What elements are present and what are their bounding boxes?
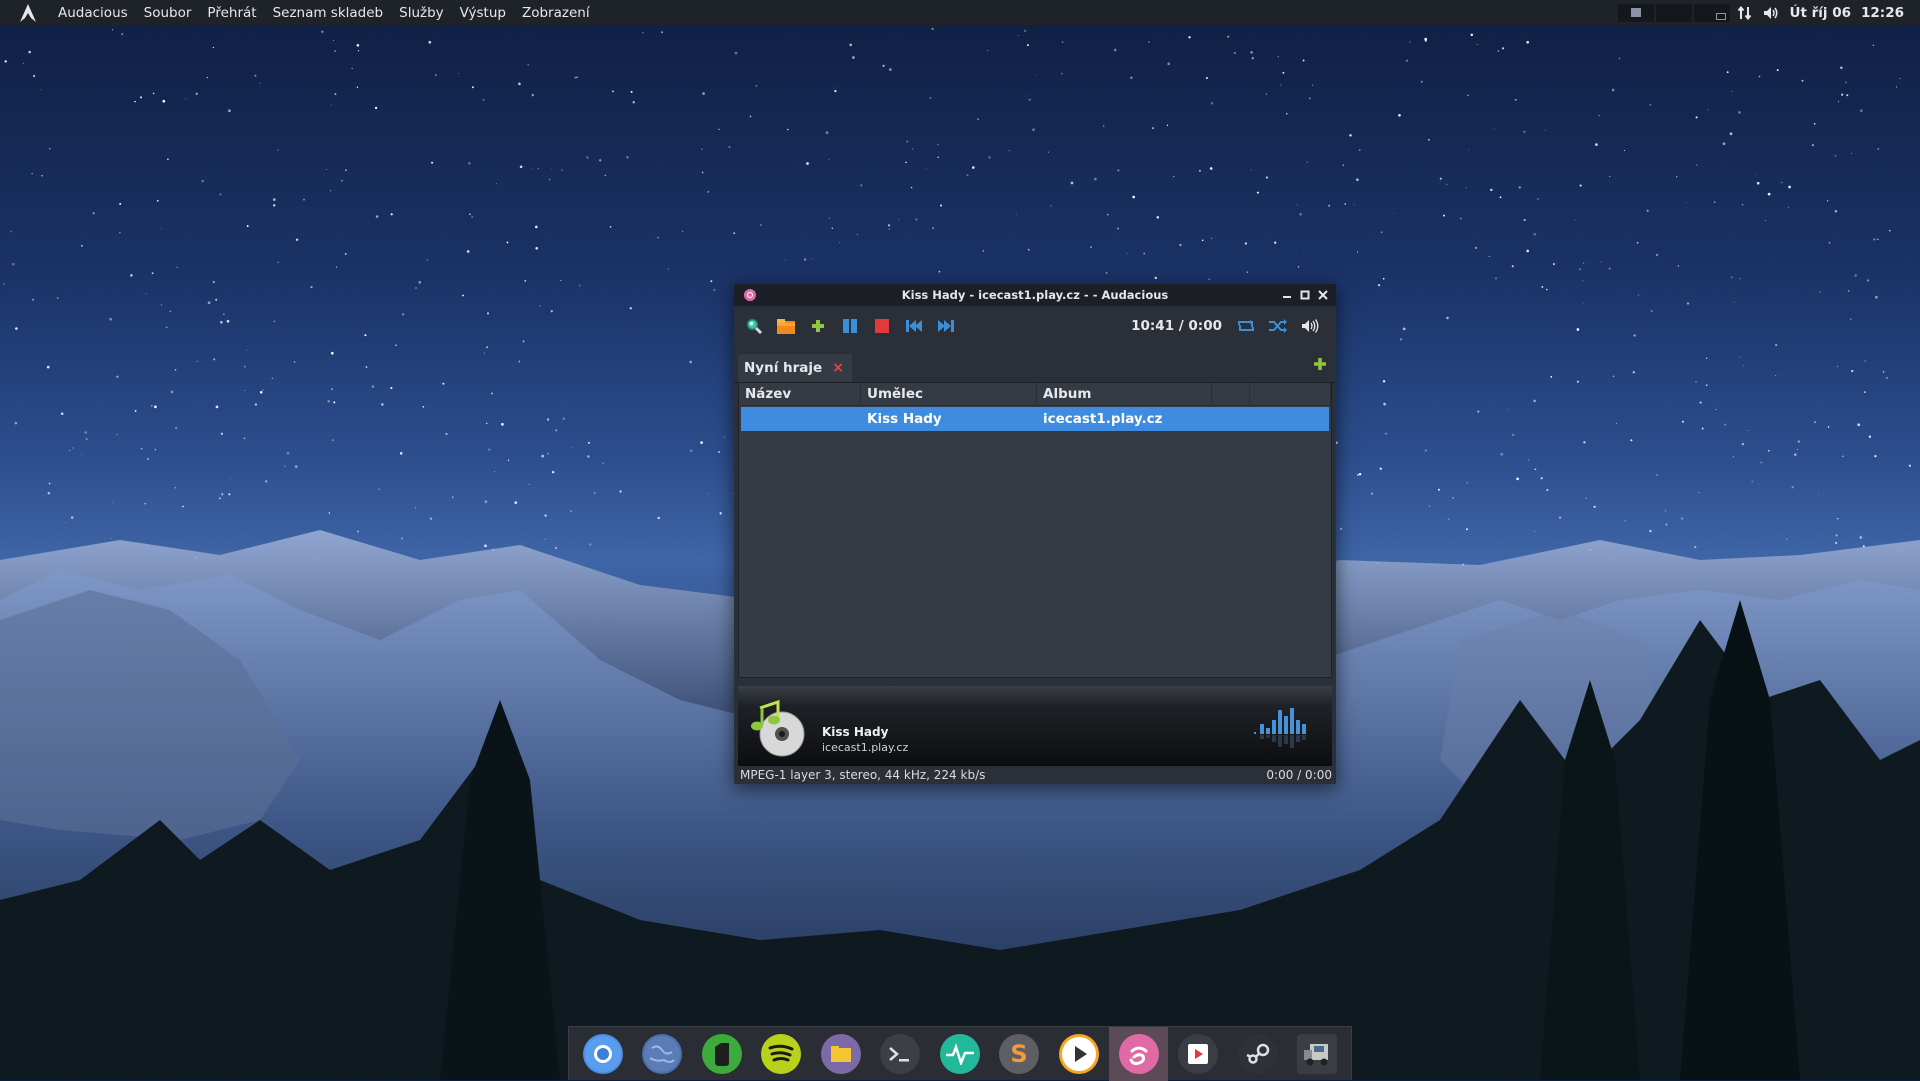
dock-item-globe[interactable]	[633, 1027, 693, 1081]
globe-icon	[642, 1034, 682, 1074]
cell-album: icecast1.play.cz	[1037, 407, 1212, 431]
status-bar: MPEG-1 layer 3, stereo, 44 kHz, 224 kb/s…	[734, 766, 1336, 784]
network-icon[interactable]	[1736, 4, 1754, 22]
workspace-3[interactable]	[1694, 4, 1730, 22]
dock-item-chromium[interactable]	[573, 1027, 633, 1081]
folder-icon	[821, 1034, 861, 1074]
truck-simulator-icon	[1297, 1034, 1337, 1074]
dock-item-media-player[interactable]	[1049, 1027, 1109, 1081]
dock-item-steam[interactable]	[1228, 1027, 1288, 1081]
dock-item-youtube[interactable]	[1168, 1027, 1228, 1081]
stop-icon[interactable]	[870, 314, 894, 338]
menu-zobrazeni[interactable]: Zobrazení	[514, 0, 598, 26]
terminal-icon	[880, 1034, 920, 1074]
info-track-source: icecast1.play.cz	[822, 741, 908, 754]
dock-item-spotify[interactable]	[752, 1027, 812, 1081]
search-icon[interactable]	[742, 314, 766, 338]
system-monitor-icon	[940, 1034, 980, 1074]
dock: S	[568, 1026, 1352, 1080]
svg-text:S: S	[1011, 1040, 1028, 1068]
window-title: Kiss Hady - icecast1.play.cz - - Audacio…	[734, 288, 1336, 302]
dock-item-audacious[interactable]	[1109, 1027, 1169, 1081]
menu-prehrat[interactable]: Přehrát	[199, 0, 264, 26]
volume-icon[interactable]	[1298, 314, 1322, 338]
add-icon[interactable]	[806, 314, 830, 338]
close-tab-icon[interactable]: ×	[832, 360, 844, 376]
dock-item-terminal[interactable]	[871, 1027, 931, 1081]
window-controls	[1280, 288, 1330, 302]
cell-artist: Kiss Hady	[861, 407, 1037, 431]
menu-vystup[interactable]: Výstup	[452, 0, 514, 26]
pause-icon[interactable]	[838, 314, 862, 338]
panel-clock[interactable]: 12:26	[1851, 5, 1920, 21]
audacious-icon	[1119, 1034, 1159, 1074]
repeat-icon[interactable]	[1234, 314, 1258, 338]
audacious-app-icon	[744, 289, 756, 301]
close-icon[interactable]	[1316, 288, 1330, 302]
menu-sluzby[interactable]: Služby	[391, 0, 452, 26]
visualizer[interactable]	[1254, 706, 1318, 762]
evernote-icon	[702, 1034, 742, 1074]
player-toolbar: 10:41 / 0:00	[734, 306, 1336, 346]
workspace-2[interactable]	[1656, 4, 1692, 22]
stream-format: MPEG-1 layer 3, stereo, 44 kHz, 224 kb/s	[740, 768, 985, 782]
top-panel: Audacious Soubor Přehrát Seznam skladeb …	[0, 0, 1920, 26]
info-track-title: Kiss Hady	[822, 725, 888, 739]
now-playing-info: Kiss Hady icecast1.play.cz	[738, 686, 1332, 766]
volume-icon[interactable]	[1762, 4, 1780, 22]
album-art-icon	[748, 698, 808, 758]
column-header-artist[interactable]: Umělec	[861, 383, 1037, 405]
status-time: 0:00 / 0:00	[1266, 768, 1332, 782]
shuffle-icon[interactable]	[1266, 314, 1290, 338]
playlist-tabbar: Nyní hraje ×	[734, 346, 1336, 383]
table-row[interactable]: Kiss Hady icecast1.play.cz	[741, 407, 1329, 431]
column-header-extra-2[interactable]	[1250, 383, 1331, 405]
playlist-header: Název Umělec Album	[739, 383, 1331, 406]
cell-title	[741, 407, 861, 431]
chromium-icon	[583, 1034, 623, 1074]
dock-item-truck-simulator[interactable]	[1287, 1027, 1347, 1081]
arch-logo-icon[interactable]	[16, 1, 40, 25]
menu-soubor[interactable]: Soubor	[136, 0, 200, 26]
workspace-1[interactable]	[1618, 4, 1654, 22]
spotify-icon	[761, 1034, 801, 1074]
steam-icon	[1238, 1034, 1278, 1074]
column-header-album[interactable]: Album	[1037, 383, 1212, 405]
elapsed-time[interactable]: 10:41 / 0:00	[1131, 318, 1222, 334]
dock-item-system-monitor[interactable]	[930, 1027, 990, 1081]
dock-item-files[interactable]	[811, 1027, 871, 1081]
minimize-icon[interactable]	[1280, 288, 1294, 302]
tab-now-playing[interactable]: Nyní hraje ×	[738, 354, 852, 382]
audacious-window: Kiss Hady - icecast1.play.cz - - Audacio…	[734, 284, 1336, 784]
tab-label: Nyní hraje	[744, 360, 822, 376]
next-icon[interactable]	[934, 314, 958, 338]
menu-seznam-skladeb[interactable]: Seznam skladeb	[265, 0, 392, 26]
sublime-text-icon: S	[999, 1034, 1039, 1074]
panel-date[interactable]: Út říj 06	[1784, 5, 1852, 21]
add-playlist-icon[interactable]	[1312, 356, 1328, 372]
open-icon[interactable]	[774, 314, 798, 338]
maximize-icon[interactable]	[1298, 288, 1312, 302]
previous-icon[interactable]	[902, 314, 926, 338]
column-header-title[interactable]: Název	[739, 383, 861, 405]
dock-item-evernote[interactable]	[692, 1027, 752, 1081]
youtube-icon	[1178, 1034, 1218, 1074]
window-titlebar[interactable]: Kiss Hady - icecast1.play.cz - - Audacio…	[734, 284, 1336, 306]
playlist-table[interactable]: Název Umělec Album Kiss Hady icecast1.pl…	[738, 382, 1332, 678]
column-header-extra-1[interactable]	[1212, 383, 1250, 405]
dock-item-sublime[interactable]: S	[990, 1027, 1050, 1081]
media-player-icon	[1059, 1034, 1099, 1074]
menu-audacious[interactable]: Audacious	[50, 0, 136, 26]
panel-right-area: Út říj 06 12:26	[1618, 0, 1920, 26]
